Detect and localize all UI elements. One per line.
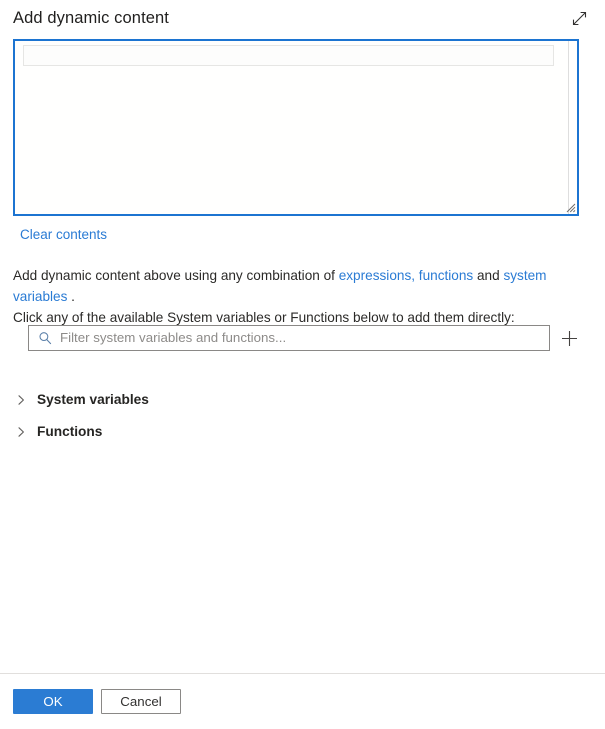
editor-scrollbar[interactable] — [568, 41, 569, 214]
collapsible-sections: System variables Functions — [13, 389, 579, 453]
resize-grip-icon[interactable] — [563, 200, 576, 213]
editor-text-area[interactable] — [15, 41, 577, 214]
section-label: Functions — [37, 424, 103, 439]
sidebar-item-system-variables[interactable]: System variables — [13, 389, 579, 411]
plus-icon[interactable] — [558, 327, 580, 349]
page-title: Add dynamic content — [13, 9, 169, 27]
ok-button[interactable]: OK — [13, 689, 93, 714]
dynamic-content-editor[interactable] — [13, 39, 579, 216]
panel-header: Add dynamic content — [0, 0, 605, 36]
cancel-button[interactable]: Cancel — [101, 689, 181, 714]
expand-diagonal-icon[interactable] — [568, 7, 590, 29]
footer-actions: OK Cancel — [0, 674, 605, 729]
filter-input-container[interactable] — [28, 325, 551, 351]
description-text-2: and — [473, 268, 504, 283]
sidebar-item-functions[interactable]: Functions — [13, 421, 579, 443]
expressions-functions-link[interactable]: expressions, functions — [339, 268, 474, 283]
description-text: Add dynamic content above using any comb… — [13, 265, 593, 328]
editor-first-line — [23, 45, 554, 66]
search-icon — [38, 331, 52, 345]
section-label: System variables — [37, 392, 149, 407]
description-line2: Click any of the available System variab… — [13, 310, 515, 325]
chevron-right-icon — [13, 424, 29, 440]
filter-row — [28, 325, 580, 351]
description-line1: Add dynamic content above using any comb… — [13, 268, 547, 304]
search-input[interactable] — [60, 328, 544, 348]
clear-contents-link[interactable]: Clear contents — [20, 226, 107, 243]
description-text-1: Add dynamic content above using any comb… — [13, 268, 339, 283]
chevron-right-icon — [13, 392, 29, 408]
description-text-3: . — [67, 289, 75, 304]
